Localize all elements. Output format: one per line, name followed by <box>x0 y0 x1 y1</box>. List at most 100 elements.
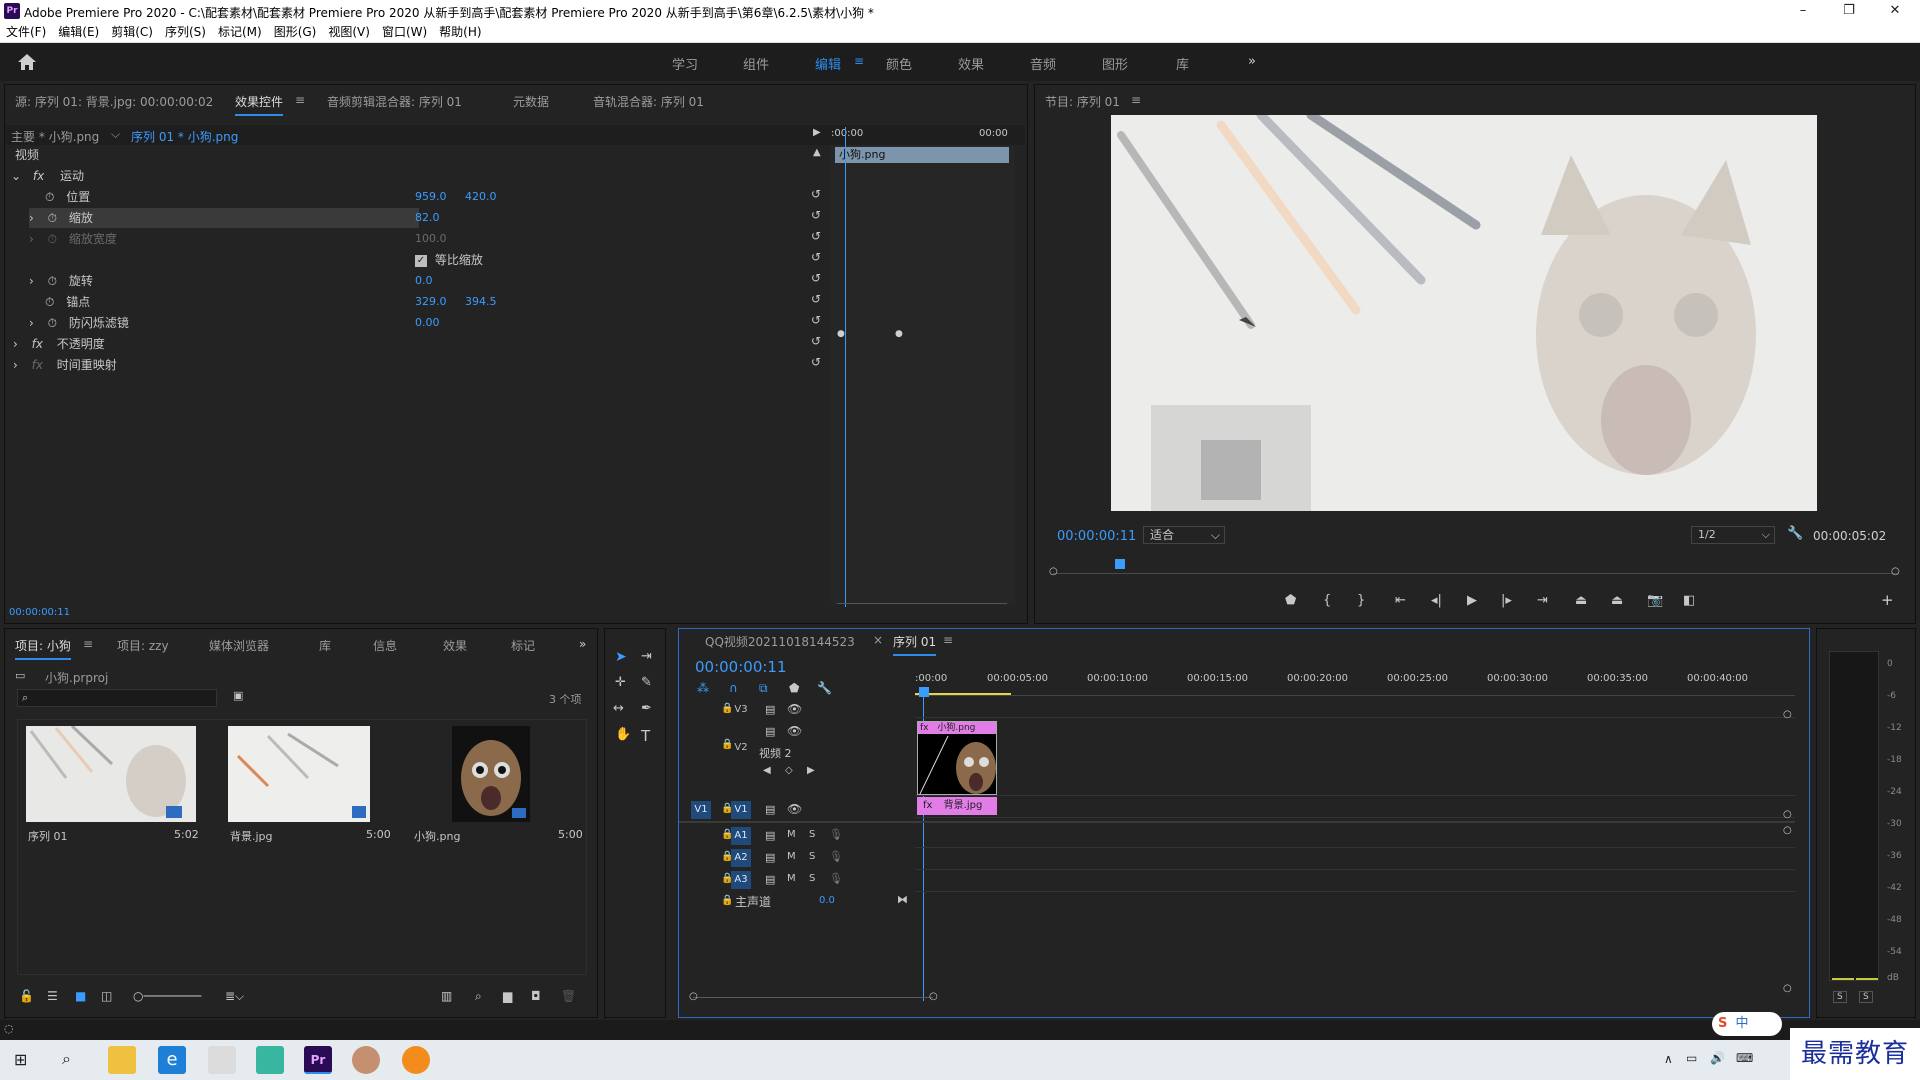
track-label-v2[interactable]: V2 <box>731 739 751 757</box>
wrench-icon[interactable]: 🔧 <box>817 681 832 695</box>
type-tool-icon[interactable]: T <box>641 727 650 745</box>
tab-libraries[interactable]: 库 <box>319 637 331 654</box>
tab-effect-controls[interactable]: 效果控件 <box>235 93 284 116</box>
position-x-value[interactable]: 959.0 <box>415 187 447 207</box>
zoom-slider[interactable]: ○──────── <box>133 989 201 1003</box>
play-icon[interactable]: ▶ <box>1467 593 1477 608</box>
go-to-in-icon[interactable]: ⇤ <box>1395 593 1406 608</box>
workspace-color[interactable]: 颜色 <box>886 54 912 73</box>
resolution-select[interactable]: 1/2 ⌵ <box>1691 526 1775 544</box>
sync-lock-icon[interactable]: ▤ <box>765 873 775 886</box>
scroll-handle[interactable]: ○ <box>1783 709 1792 720</box>
mute-button[interactable]: M <box>787 851 796 862</box>
tab-project-xiaogou[interactable]: 项目: 小狗 <box>15 637 71 660</box>
premiere-taskbar-icon[interactable]: Pr <box>304 1046 332 1074</box>
play-only-icon[interactable]: ▶ <box>813 127 821 138</box>
microphone-icon[interactable]: 🎙 <box>829 872 843 885</box>
uniform-scale-row[interactable]: ✓ 等比缩放 <box>415 250 483 270</box>
eye-icon[interactable]: 👁 <box>787 702 802 716</box>
next-keyframe-icon[interactable]: ▶ <box>807 765 815 776</box>
tab-audio-track-mixer[interactable]: 音轨混合器: 序列 01 <box>593 93 704 110</box>
automate-icon[interactable]: ▥ <box>441 989 452 1003</box>
reset-icon[interactable]: ↺ <box>811 208 821 222</box>
sync-lock-icon[interactable]: ▤ <box>765 725 775 738</box>
timeline-playhead-handle[interactable] <box>919 687 929 697</box>
keyframe-icon[interactable]: ● <box>837 329 845 339</box>
master-clip-label[interactable]: 主要 * 小狗.png <box>11 128 99 145</box>
minimize-button[interactable]: – <box>1780 0 1826 22</box>
property-anchor[interactable]: ⏱ 锚点 <box>45 292 90 312</box>
list-view-icon[interactable]: ☰ <box>47 989 58 1003</box>
uniform-scale-checkbox[interactable]: ✓ <box>415 254 427 267</box>
app-icon[interactable] <box>256 1046 284 1074</box>
anti-flicker-value[interactable]: 0.00 <box>415 313 440 333</box>
lock-icon[interactable]: 🔒 <box>721 895 733 906</box>
home-icon[interactable] <box>16 52 38 72</box>
chevron-right-icon[interactable]: › <box>29 274 34 288</box>
fit-select[interactable]: 适合 ⌵ <box>1143 526 1225 544</box>
time-ruler[interactable]: :00:00 00:00:05:00 00:00:10:00 00:00:15:… <box>915 673 1795 699</box>
scroll-start-handle[interactable]: ○ <box>1049 566 1058 577</box>
program-preview[interactable] <box>1111 115 1817 511</box>
mini-scrollbar[interactable] <box>837 603 1007 604</box>
property-position[interactable]: ⏱ 位置 959.0 420.0 <box>45 187 825 207</box>
lift-icon[interactable]: ⏏ <box>1575 593 1587 608</box>
menu-view[interactable]: 视图(V) <box>322 22 376 42</box>
tab-info[interactable]: 信息 <box>373 637 397 654</box>
rotation-value[interactable]: 0.0 <box>415 271 433 291</box>
sync-lock-icon[interactable]: ▤ <box>765 803 775 816</box>
chevron-right-icon[interactable]: › <box>13 358 18 372</box>
tab-menu-icon[interactable]: ≡ <box>943 633 953 647</box>
master-volume-value[interactable]: 0.0 <box>819 895 835 906</box>
menu-clip[interactable]: 剪辑(C) <box>105 22 159 42</box>
reset-icon[interactable]: ↺ <box>811 229 821 243</box>
source-patch-v1[interactable]: V1 <box>691 801 711 819</box>
sync-lock-icon[interactable]: ▤ <box>765 851 775 864</box>
add-keyframe-icon[interactable]: ◇ <box>785 765 793 776</box>
property-rotation[interactable]: › ⏱ 旋转 <box>29 271 93 291</box>
scroll-end-handle[interactable]: ○ <box>1891 566 1900 577</box>
wrench-icon[interactable]: 🔧 <box>1787 526 1803 541</box>
linked-selection-icon[interactable]: ⧉ <box>759 681 768 696</box>
tab-media-browser[interactable]: 媒体浏览器 <box>209 637 269 654</box>
program-scrub-bar[interactable] <box>1053 573 1899 574</box>
sort-icon[interactable]: ≣⌵ <box>225 989 244 1004</box>
program-timecode[interactable]: 00:00:00:11 <box>1057 529 1136 544</box>
extract-icon[interactable]: ⏏ <box>1611 593 1623 608</box>
new-bin-icon[interactable]: ▆ <box>503 989 512 1003</box>
menu-window[interactable]: 窗口(W) <box>376 22 433 42</box>
menu-file[interactable]: 文件(F) <box>0 22 52 42</box>
network-icon[interactable]: ▭ <box>1686 1051 1697 1065</box>
keyframe-icon[interactable]: ● <box>895 329 903 339</box>
track-label-v1[interactable]: V1 <box>731 801 751 819</box>
add-marker-icon[interactable]: ⬟ <box>789 681 799 695</box>
workspace-audio[interactable]: 音频 <box>1030 54 1056 73</box>
reset-icon[interactable]: ↺ <box>811 313 821 327</box>
stopwatch-icon[interactable]: ⏱ <box>48 211 57 225</box>
program-monitor-title[interactable]: 节目: 序列 01 <box>1045 93 1120 110</box>
property-scale[interactable]: › ⏱ 缩放 <box>29 208 419 228</box>
stopwatch-icon[interactable]: ⏱ <box>48 274 57 288</box>
solo-button[interactable]: S <box>809 873 815 884</box>
chevron-right-icon[interactable]: › <box>29 211 34 225</box>
icon-view-icon[interactable]: ■ <box>75 989 86 1003</box>
tab-source[interactable]: 源: 序列 01: 背景.jpg: 00:00:00:02 <box>15 93 213 110</box>
marker-icon[interactable]: ⬟ <box>1285 593 1296 608</box>
compare-icon[interactable]: ◧ <box>1683 593 1695 608</box>
clip-dog-v2[interactable]: fx 小狗.png <box>917 721 997 795</box>
mark-in-icon[interactable]: { <box>1323 593 1331 608</box>
menu-graphics[interactable]: 图形(G) <box>268 22 323 42</box>
ime-toolbar[interactable]: S 中 <box>1712 1012 1782 1036</box>
find-icon[interactable]: ⌕ <box>475 989 482 1004</box>
tab-sequence-01[interactable]: 序列 01 <box>893 633 937 656</box>
pen-tool-icon[interactable]: ✒ <box>641 701 652 716</box>
tray-chevron-icon[interactable]: ∧ <box>1664 1052 1673 1066</box>
reset-icon[interactable]: ↺ <box>811 292 821 306</box>
anchor-y-value[interactable]: 394.5 <box>465 292 497 312</box>
export-frame-icon[interactable]: 📷 <box>1647 593 1663 608</box>
tab-markers[interactable]: 标记 <box>511 637 535 654</box>
sync-lock-icon[interactable]: ▤ <box>765 703 775 716</box>
stopwatch-icon[interactable]: ⏱ <box>48 316 57 330</box>
stopwatch-icon[interactable]: ⏱ <box>45 190 54 204</box>
workspace-learn[interactable]: 学习 <box>672 54 698 73</box>
